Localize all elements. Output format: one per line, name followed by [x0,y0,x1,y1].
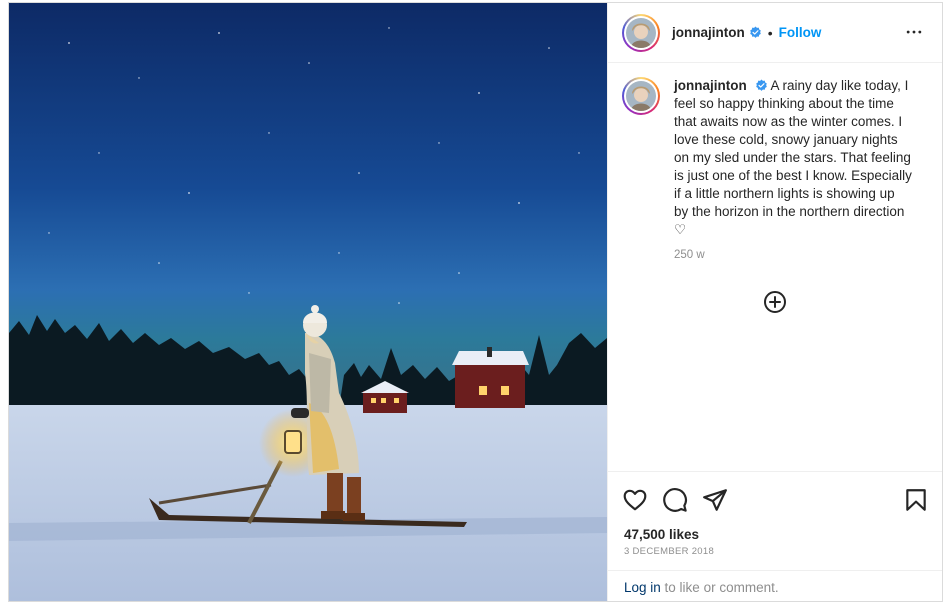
separator-dot: • [767,24,773,41]
verified-badge-icon [755,79,767,91]
avatar-image [626,81,656,111]
comment-icon[interactable] [662,487,688,513]
bookmark-icon[interactable] [903,487,929,513]
login-link[interactable]: Log in [624,580,661,595]
paper-plane-icon[interactable] [702,487,728,513]
author-avatar[interactable] [622,13,660,52]
post-caption: jonnajinton A rainy day like today, I fe… [622,77,928,261]
post-header: jonnajinton • Follow [608,3,942,63]
post-photo[interactable] [9,3,607,601]
caption-text-block: jonnajinton A rainy day like today, I fe… [674,77,912,239]
author-username[interactable]: jonnajinton [672,25,745,40]
heart-icon[interactable] [622,487,648,513]
instagram-post: jonnajinton • Follow jonnajinton A rainy… [8,2,943,602]
likes-count[interactable]: 47,500 likes [624,527,699,542]
add-circle-icon[interactable] [763,290,787,314]
more-options-icon[interactable] [904,22,924,42]
follow-button[interactable]: Follow [779,25,822,40]
login-prompt-text: to like or comment. [660,580,779,595]
caption-username[interactable]: jonnajinton [674,78,747,93]
avatar-image [626,17,656,48]
login-prompt: Log in to like or comment. [608,570,942,601]
caption-author-avatar[interactable] [622,77,660,115]
post-actions-bar [608,471,942,527]
caption-content: A rainy day like today, I feel so happy … [674,78,912,237]
verified-badge-icon [749,26,761,38]
caption-timestamp[interactable]: 250 w [674,249,912,261]
post-sidebar: jonnajinton • Follow jonnajinton A rainy… [607,3,942,601]
post-date[interactable]: 3 DECEMBER 2018 [624,546,714,557]
